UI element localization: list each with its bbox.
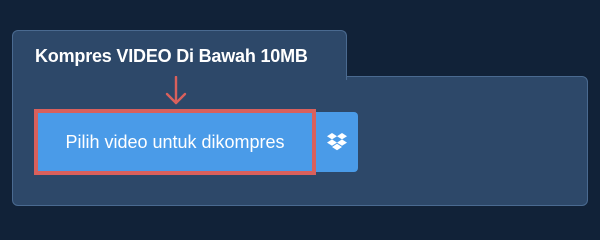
dropbox-icon [327, 133, 347, 151]
dropbox-button[interactable] [316, 112, 358, 172]
arrow-down-icon [165, 76, 187, 105]
compress-tab: Kompres VIDEO Di Bawah 10MB [12, 30, 347, 80]
select-video-button[interactable]: Pilih video untuk dikompres [34, 109, 316, 175]
select-video-label: Pilih video untuk dikompres [65, 131, 285, 152]
tab-title: Kompres VIDEO Di Bawah 10MB [35, 46, 308, 66]
